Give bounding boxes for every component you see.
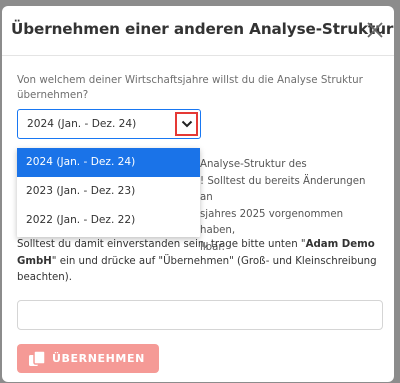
fiscal-year-select[interactable]: 2024 (Jan. - Dez. 24) bbox=[17, 109, 201, 139]
question-text: Von welchem deiner Wirtschaftsjahre will… bbox=[17, 74, 363, 101]
dropdown-toggle-button[interactable] bbox=[175, 112, 198, 136]
modal-title: Übernehmen einer anderen Analyse-Struktu… bbox=[11, 20, 394, 38]
dropdown-option[interactable]: 2023 (Jan. - Dez. 23) bbox=[17, 177, 200, 206]
chevron-down-icon bbox=[181, 120, 192, 128]
submit-label: ÜBERNEHMEN bbox=[52, 352, 145, 365]
copy-icon bbox=[29, 349, 46, 366]
dropdown-option[interactable]: 2022 (Jan. - Dez. 22) bbox=[17, 206, 200, 235]
close-icon bbox=[367, 22, 383, 38]
instruction-text: Solltest du damit einverstanden sein, tr… bbox=[17, 237, 381, 287]
instruction-part2: " ein und drücke auf "Übernehmen" (Groß-… bbox=[17, 255, 377, 284]
instruction-part1: Solltest du damit einverstanden sein, tr… bbox=[17, 239, 306, 250]
select-value: 2024 (Jan. - Dez. 24) bbox=[27, 118, 137, 130]
confirmation-input[interactable] bbox=[17, 300, 383, 330]
modal-header: Übernehmen einer anderen Analyse-Struktu… bbox=[2, 6, 394, 56]
fiscal-year-dropdown: 2024 (Jan. - Dez. 24) 2023 (Jan. - Dez. … bbox=[17, 148, 200, 237]
dropdown-option[interactable]: 2024 (Jan. - Dez. 24) bbox=[17, 148, 200, 177]
modal-dialog: Übernehmen einer anderen Analyse-Struktu… bbox=[2, 6, 394, 382]
submit-button[interactable]: ÜBERNEHMEN bbox=[17, 344, 159, 373]
close-button[interactable] bbox=[366, 21, 384, 39]
